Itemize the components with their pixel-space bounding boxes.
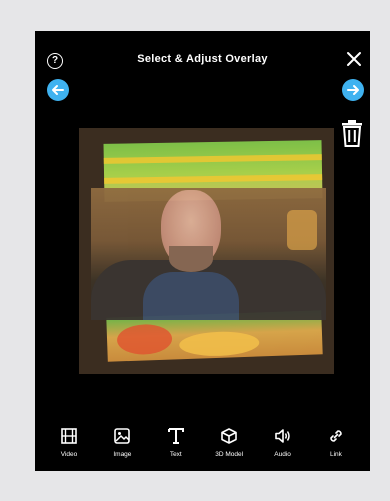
audio-label: Audio — [274, 451, 291, 458]
video-button[interactable]: Video — [49, 427, 89, 471]
film-icon — [61, 428, 77, 444]
3d-model-label: 3D Model — [215, 451, 244, 458]
arrow-left-icon — [52, 85, 64, 95]
app-screen: ? Select & Adjust Overlay Video Image Te… — [35, 31, 370, 471]
link-label: Link — [329, 451, 342, 458]
top-bar: ? Select & Adjust Overlay — [35, 31, 370, 89]
cube-icon — [221, 428, 237, 444]
forward-button[interactable] — [342, 79, 364, 101]
close-icon[interactable] — [346, 51, 362, 67]
text-button[interactable]: Text — [156, 427, 196, 471]
text-icon — [167, 428, 184, 444]
link-icon — [330, 430, 342, 442]
link-button[interactable]: Link — [316, 427, 356, 471]
back-button[interactable] — [47, 79, 69, 101]
3d-model-button[interactable]: 3D Model — [209, 427, 249, 471]
overlay-photo[interactable] — [91, 188, 326, 320]
image-icon — [114, 428, 131, 444]
image-button[interactable]: Image — [102, 427, 142, 471]
overlay-canvas[interactable] — [79, 128, 334, 374]
video-label: Video — [60, 451, 78, 458]
audio-button[interactable]: Audio — [263, 427, 303, 471]
overlay-type-toolbar: Video Image Text 3D Model Audio Link — [35, 427, 370, 471]
speaker-icon — [274, 429, 290, 443]
trash-icon[interactable] — [340, 119, 364, 147]
image-label: Image — [113, 451, 132, 458]
text-label: Text — [169, 451, 182, 458]
page-title: Select & Adjust Overlay — [137, 53, 268, 65]
arrow-right-icon — [347, 85, 359, 95]
